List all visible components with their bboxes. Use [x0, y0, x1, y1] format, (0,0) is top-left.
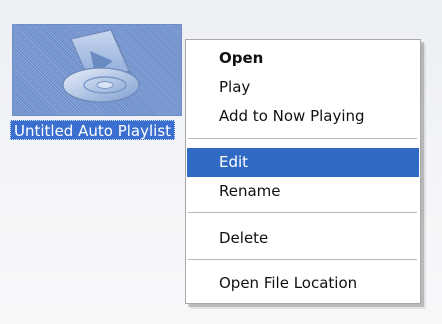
- menu-item-rename[interactable]: Rename: [187, 177, 419, 206]
- menu-item-open-file-location[interactable]: Open File Location: [187, 269, 419, 298]
- desktop-background: Untitled Auto Playlist Open Play Add to …: [0, 0, 442, 324]
- menu-separator: [188, 259, 417, 260]
- menu-item-add-to-now-playing[interactable]: Add to Now Playing: [187, 102, 419, 131]
- menu-separator: [188, 212, 417, 213]
- playlist-name-label[interactable]: Untitled Auto Playlist: [10, 120, 176, 140]
- playlist-desktop-item[interactable]: Untitled Auto Playlist: [10, 24, 190, 144]
- selected-thumbnail-area[interactable]: [12, 24, 182, 116]
- playlist-icon: [62, 29, 140, 103]
- context-menu: Open Play Add to Now Playing Edit Rename…: [185, 39, 421, 304]
- menu-item-edit[interactable]: Edit: [187, 148, 419, 177]
- menu-item-play[interactable]: Play: [187, 73, 419, 102]
- menu-item-delete[interactable]: Delete: [187, 224, 419, 253]
- menu-separator: [188, 138, 417, 139]
- menu-item-open[interactable]: Open: [187, 44, 419, 73]
